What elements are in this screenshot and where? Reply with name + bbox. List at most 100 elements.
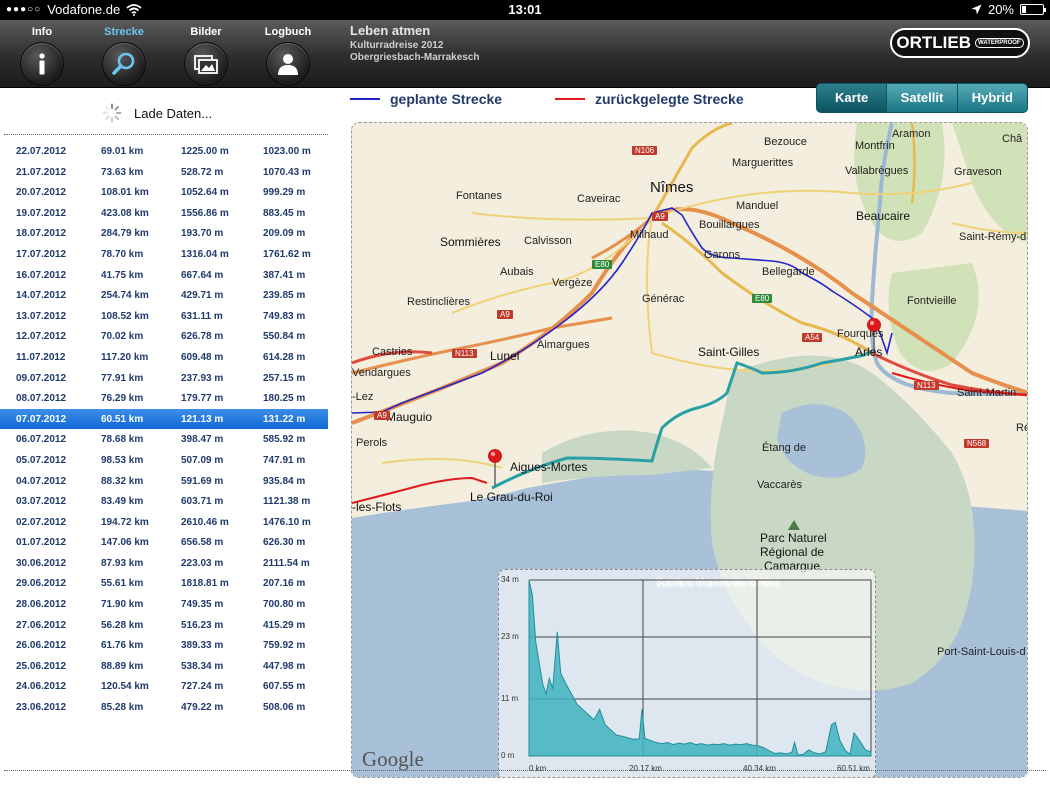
ascent-cell: 179.77 m	[181, 393, 224, 405]
map-place-label: Châ	[1002, 133, 1023, 145]
date-cell: 17.07.2012	[16, 248, 67, 260]
table-row[interactable]: 02.07.2012 194.72 km 2610.46 m 1476.10 m	[0, 512, 340, 533]
loading-indicator: Lade Daten...	[102, 103, 212, 123]
map-place-label: Ré	[1016, 422, 1027, 434]
clock: 13:01	[508, 2, 542, 17]
road-number-label: A54	[802, 333, 823, 342]
table-row[interactable]: 03.07.2012 83.49 km 603.71 m 1121.38 m	[0, 491, 340, 512]
map-place-label: Aimargues	[537, 339, 590, 351]
table-row[interactable]: 08.07.2012 76.29 km 179.77 m 180.25 m	[0, 388, 340, 409]
distance-cell: 85.28 km	[101, 702, 144, 714]
date-cell: 27.06.2012	[16, 619, 67, 631]
y-tick-label: 11 m	[501, 694, 519, 704]
tab-logbuch[interactable]: Logbuch	[248, 20, 328, 88]
table-row[interactable]: 26.06.2012 61.76 km 389.33 m 759.92 m	[0, 635, 340, 656]
ascent-cell: 667.64 m	[181, 269, 224, 281]
map-place-label: Lunel	[490, 349, 520, 363]
table-row[interactable]: 19.07.2012 423.08 km 1556.86 m 883.45 m	[0, 203, 340, 224]
tab-info[interactable]: Info	[2, 20, 82, 88]
descent-cell: 131.22 m	[263, 413, 306, 425]
search-icon[interactable]	[102, 42, 146, 86]
distance-cell: 70.02 km	[101, 331, 144, 343]
road-number-label: A9	[374, 411, 390, 420]
descent-cell: 1070.43 m	[263, 166, 311, 178]
date-cell: 09.07.2012	[16, 372, 67, 384]
spinner-icon	[102, 103, 122, 123]
road-number-label: E80	[592, 260, 613, 269]
road-number-label: N113	[914, 381, 939, 390]
distance-cell: 254.74 km	[101, 290, 149, 302]
table-row[interactable]: 22.07.2012 69.01 km 1225.00 m 1023.00 m	[0, 141, 340, 162]
table-row[interactable]: 07.07.2012 60.51 km 121.13 m 131.22 m	[0, 408, 328, 430]
date-cell: 12.07.2012	[16, 331, 67, 343]
date-cell: 11.07.2012	[16, 351, 66, 363]
table-row[interactable]: 25.06.2012 88.89 km 538.34 m 447.98 m	[0, 656, 340, 677]
table-row[interactable]: 05.07.2012 98.53 km 507.09 m 747.91 m	[0, 450, 340, 471]
person-icon[interactable]	[266, 42, 310, 86]
location-arrow-icon	[971, 4, 982, 15]
descent-cell: 935.84 m	[263, 475, 306, 487]
x-tick-label: 0 km	[529, 764, 547, 773]
elevation-chart: Saintes-Maries-de-la-Mer	[528, 576, 872, 757]
table-row[interactable]: 09.07.2012 77.91 km 237.93 m 257.15 m	[0, 368, 340, 389]
y-tick-label: 0 m	[501, 751, 515, 760]
table-row[interactable]: 17.07.2012 78.70 km 1316.04 m 1761.62 m	[0, 244, 340, 265]
tab-bilder[interactable]: Bilder	[166, 20, 246, 88]
profile-bg-label: Saintes-Maries-de-la-Mer	[655, 576, 779, 588]
distance-cell: 71.90 km	[101, 599, 144, 611]
road-number-label: A9	[497, 310, 513, 319]
map-place-label: Mauguio	[386, 410, 433, 424]
table-row[interactable]: 01.07.2012 147.06 km 656.58 m 626.30 m	[0, 532, 340, 553]
y-tick-label: 34 m	[501, 575, 519, 584]
brand-logo: ORTLIEB WATERPROOF	[890, 28, 1030, 58]
distance-cell: 194.72 km	[101, 516, 149, 528]
pictures-icon[interactable]	[184, 42, 228, 86]
descent-cell: 1476.10 m	[263, 516, 311, 528]
table-row[interactable]: 16.07.2012 41.75 km 667.64 m 387.41 m	[0, 265, 340, 286]
ascent-cell: 603.71 m	[181, 496, 224, 508]
date-cell: 01.07.2012	[16, 537, 67, 549]
descent-cell: 2111.54 m	[263, 557, 310, 569]
table-row[interactable]: 28.06.2012 71.90 km 749.35 m 700.80 m	[0, 594, 340, 615]
distance-cell: 60.51 km	[101, 413, 144, 425]
table-row[interactable]: 11.07.2012 117.20 km 609.48 m 614.28 m	[0, 347, 340, 368]
descent-cell: 614.28 m	[263, 351, 306, 363]
divider	[4, 134, 328, 135]
table-row[interactable]: 29.06.2012 55.61 km 1818.81 m 207.16 m	[0, 573, 340, 594]
date-cell: 30.06.2012	[16, 557, 67, 569]
map-place-label: Manduel	[736, 200, 779, 212]
table-row[interactable]: 18.07.2012 284.79 km 193.70 m 209.09 m	[0, 223, 340, 244]
table-row[interactable]: 06.07.2012 78.68 km 398.47 m 585.92 m	[0, 429, 340, 450]
ascent-cell: 479.22 m	[181, 702, 224, 714]
road-number-label: N113	[452, 349, 477, 358]
map-type-satellit[interactable]: Satellit	[886, 84, 956, 112]
table-row[interactable]: 24.06.2012 120.54 km 727.24 m 607.55 m	[0, 676, 340, 697]
info-icon[interactable]	[20, 42, 64, 86]
distance-cell: 76.29 km	[101, 393, 144, 405]
table-row[interactable]: 27.06.2012 56.28 km 516.23 m 415.29 m	[0, 615, 340, 636]
table-row[interactable]: 30.06.2012 87.93 km 223.03 m 2111.54 m	[0, 553, 340, 574]
distance-cell: 120.54 km	[101, 681, 149, 693]
ascent-cell: 1316.04 m	[181, 248, 229, 260]
distance-cell: 108.52 km	[101, 310, 149, 322]
map-place-label: -Lez	[352, 391, 374, 403]
distance-cell: 83.49 km	[101, 496, 144, 508]
table-row[interactable]: 21.07.2012 73.63 km 528.72 m 1070.43 m	[0, 162, 340, 183]
table-row[interactable]: 20.07.2012 108.01 km 1052.64 m 999.29 m	[0, 182, 340, 203]
map-type-hybrid[interactable]: Hybrid	[956, 84, 1027, 112]
table-row[interactable]: 12.07.2012 70.02 km 626.78 m 550.84 m	[0, 326, 340, 347]
table-row[interactable]: 23.06.2012 85.28 km 479.22 m 508.06 m	[0, 697, 340, 718]
table-row[interactable]: 13.07.2012 108.52 km 631.11 m 749.83 m	[0, 306, 340, 327]
route-map[interactable]: Bezouce Aramon Marguerittes Montfrin Nîmes Va…	[351, 122, 1028, 778]
descent-cell: 1023.00 m	[263, 146, 311, 157]
date-cell: 24.06.2012	[16, 681, 67, 693]
descent-cell: 999.29 m	[263, 187, 306, 199]
table-row[interactable]: 04.07.2012 88.32 km 591.69 m 935.84 m	[0, 471, 340, 492]
descent-cell: 747.91 m	[263, 454, 306, 466]
x-tick-label: 40.34 km	[743, 764, 776, 773]
traveled-line-swatch	[555, 98, 585, 100]
table-row[interactable]: 14.07.2012 254.74 km 429.71 m 239.85 m	[0, 285, 340, 306]
tab-strecke[interactable]: Strecke	[84, 20, 164, 88]
loading-text: Lade Daten...	[134, 105, 213, 121]
map-type-karte[interactable]: Karte	[817, 84, 887, 112]
